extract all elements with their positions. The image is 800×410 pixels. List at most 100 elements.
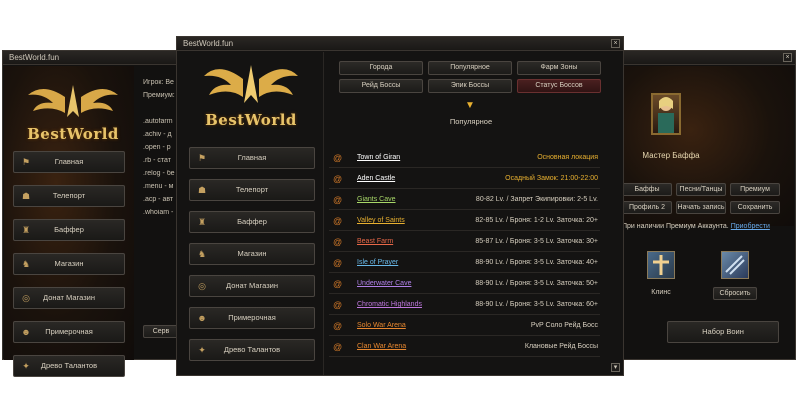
side-line: .menu - м xyxy=(143,183,174,190)
main-nav-5[interactable]: ☻ Примерочная xyxy=(189,307,315,329)
swirl-icon: @ xyxy=(333,195,343,205)
nav-item-icon: ♜ xyxy=(21,225,31,235)
left-bottom-button[interactable]: Серв xyxy=(143,325,179,338)
side-line xyxy=(143,105,179,118)
location-link[interactable]: Valley of Saints xyxy=(357,212,405,230)
right-row1-button[interactable]: Песни/Танцы xyxy=(676,183,726,196)
nav-item-label: Телепорт xyxy=(52,191,86,200)
close-icon[interactable]: × xyxy=(611,39,620,48)
location-row: @ Town of Giran Основная локация xyxy=(329,149,600,168)
left-window: BestWorld.fun BestWorld ⚑ Главная ☗ Телепор… xyxy=(2,50,180,377)
nav-item-icon: ☗ xyxy=(21,191,31,201)
location-link[interactable]: Isle of Prayer xyxy=(357,254,398,272)
location-link[interactable]: Chromatic Highlands xyxy=(357,296,422,314)
nav-item-label: Телепорт xyxy=(235,185,269,194)
main-nav-0[interactable]: ⚑ Главная xyxy=(189,147,315,169)
buy-premium-link[interactable]: Приобрести xyxy=(731,223,770,230)
right-row1-button[interactable]: Премиум xyxy=(730,183,780,196)
scroll-down-icon[interactable]: ▾ xyxy=(611,363,620,372)
location-desc: Основная локация xyxy=(537,154,598,161)
side-line: .open - р xyxy=(143,144,171,151)
main-logo: BestWorld xyxy=(201,59,301,131)
left-nav-6[interactable]: ✦ Древо Талантов xyxy=(13,355,125,377)
swirl-icon: @ xyxy=(333,300,343,310)
location-link[interactable]: Giants Cave xyxy=(357,191,396,209)
nav-item-label: Примерочная xyxy=(45,327,93,336)
nav-item-icon: ◎ xyxy=(22,293,30,303)
location-desc: 85-87 Lv. / Броня: 3-5 Lv. Заточка: 30+ xyxy=(475,238,598,245)
nav-item-label: Донат Магазин xyxy=(43,293,95,302)
left-logo: BestWorld xyxy=(23,77,123,147)
location-link[interactable]: Underwater Cave xyxy=(357,275,411,293)
main-nav-1[interactable]: ☗ Телепорт xyxy=(189,179,315,201)
close-icon[interactable]: × xyxy=(783,53,792,62)
location-desc: Клановые Рейд Боссы xyxy=(524,343,598,350)
left-nav-5[interactable]: ☻ Примерочная xyxy=(13,321,125,343)
left-side-text: Игрок: Be Премиум: .autofarm .achiv - д .op… xyxy=(143,79,179,222)
buffer-npc-icon xyxy=(658,97,674,133)
tab-row2-1[interactable]: Эпик Боссы xyxy=(428,79,512,93)
nav-item-label: Баффер xyxy=(54,225,84,234)
tab-row1-0[interactable]: Города xyxy=(339,61,423,75)
swirl-icon: @ xyxy=(333,342,343,352)
nav-item-icon: ◎ xyxy=(198,281,206,291)
tab-row2-2[interactable]: Статус Боссов xyxy=(517,79,601,93)
swirl-icon: @ xyxy=(333,258,343,268)
skill1-label: Клинс xyxy=(651,289,671,296)
left-nav-2[interactable]: ♜ Баффер xyxy=(13,219,125,241)
nav-item-label: Донат Магазин xyxy=(226,281,278,290)
section-title: Популярное xyxy=(449,117,493,126)
location-link[interactable]: Beast Farm xyxy=(357,233,393,251)
main-nav-4[interactable]: ◎ Донат Магазин xyxy=(189,275,315,297)
location-link[interactable]: Town of Giran xyxy=(357,149,400,167)
premium-note: При наличии Премиум Аккаунта. Приобрести xyxy=(622,223,782,230)
nav-item-icon: ♜ xyxy=(197,217,207,227)
swirl-icon: @ xyxy=(333,237,343,247)
right-row2-button[interactable]: Профиль 2 xyxy=(622,201,672,214)
left-nav-1[interactable]: ☗ Телепорт xyxy=(13,185,125,207)
reset-button[interactable]: Сбросить xyxy=(713,287,757,300)
location-desc: 80-82 Lv. / Запрет Экипировки: 2-5 Lv. xyxy=(475,196,598,203)
main-divider xyxy=(323,52,324,375)
wings-logo-icon xyxy=(204,65,298,103)
nav-item-label: Магазин xyxy=(237,249,267,258)
nav-item-label: Главная xyxy=(54,157,84,166)
nav-item-icon: ☻ xyxy=(21,327,31,337)
right-row2-button[interactable]: Сохранить xyxy=(730,201,780,214)
side-line: .whoiam - xyxy=(143,209,174,216)
left-nav-0[interactable]: ⚑ Главная xyxy=(13,151,125,173)
location-link[interactable]: Solo War Arena xyxy=(357,317,406,335)
right-row2-button[interactable]: Начать запись xyxy=(676,201,726,214)
nav-item-label: Примерочная xyxy=(228,313,276,322)
skill-reset-icon[interactable] xyxy=(721,251,749,279)
swirl-icon: @ xyxy=(333,321,343,331)
tab-row1-2[interactable]: Фарм Зоны xyxy=(517,61,601,75)
main-nav-2[interactable]: ♜ Баффер xyxy=(189,211,315,233)
right-row1-button[interactable]: Баффы xyxy=(622,183,672,196)
location-row: @ Isle of Prayer 88-90 Lv. / Броня: 3-5 Lv… xyxy=(329,254,600,273)
location-link[interactable]: Aden Castle xyxy=(357,170,395,188)
left-nav-3[interactable]: ♞ Магазин xyxy=(13,253,125,275)
location-row: @ Underwater Cave 88-90 Lv. / Броня: 3-5 L… xyxy=(329,275,600,294)
right-window: × Мастер Баффа Баффы Песни/Танцы Премиум Пр… xyxy=(620,50,796,360)
main-window: BestWorld.fun × BestWorld ⚑ Главная ☗ Телеп… xyxy=(176,36,624,376)
main-nav-6[interactable]: ✦ Древо Талантов xyxy=(189,339,315,361)
main-nav-3[interactable]: ♞ Магазин xyxy=(189,243,315,265)
side-line: .relog - бе xyxy=(143,170,175,177)
skill-cleanse-icon[interactable] xyxy=(647,251,675,279)
tab-row2-0[interactable]: Рейд Боссы xyxy=(339,79,423,93)
swirl-icon: @ xyxy=(333,174,343,184)
location-row: @ Chromatic Highlands 88-90 Lv. / Броня: 3… xyxy=(329,296,600,315)
warrior-set-button[interactable]: Набор Воин xyxy=(667,321,779,343)
side-line: .achiv - д xyxy=(143,131,172,138)
chevron-down-icon: ▼ xyxy=(465,100,475,111)
tab-row1-1[interactable]: Популярное xyxy=(428,61,512,75)
side-line: .rb - стат xyxy=(143,157,171,164)
left-logo-text: BestWorld xyxy=(27,125,119,143)
nav-item-label: Древо Талантов xyxy=(40,361,98,370)
left-nav-4[interactable]: ◎ Донат Магазин xyxy=(13,287,125,309)
nav-item-label: Главная xyxy=(237,153,267,162)
location-link[interactable]: Clan War Arena xyxy=(357,338,406,356)
left-window-title: BestWorld.fun xyxy=(3,51,179,65)
location-row: @ Valley of Saints 82-85 Lv. / Броня: 1-2 … xyxy=(329,212,600,231)
